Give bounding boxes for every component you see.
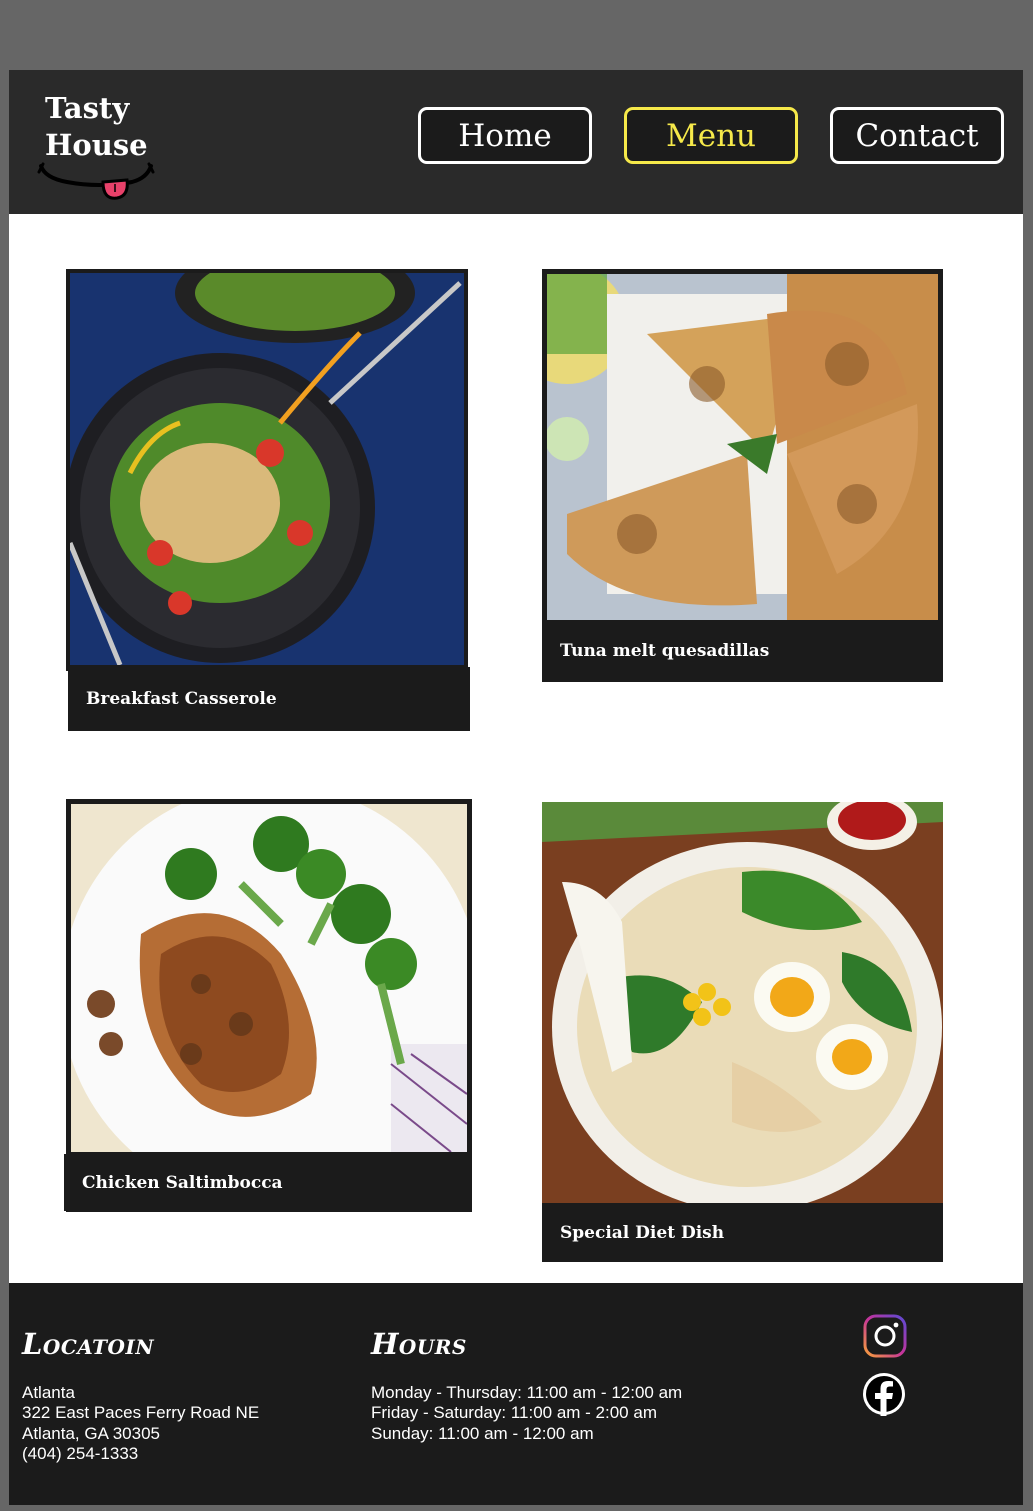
location-street: 322 East Paces Ferry Road NE	[22, 1403, 260, 1423]
location-details: Atlanta 322 East Paces Ferry Road NE Atl…	[22, 1383, 259, 1464]
facebook-icon[interactable]	[862, 1372, 906, 1416]
menu-card-chicken-saltimbocca[interactable]: Chicken Saltimbocca	[64, 799, 472, 1212]
location-city-zip: Atlanta, GA 30305	[22, 1423, 160, 1443]
hours-weekend: Friday - Saturday: 11:00 am - 2:00 am	[371, 1403, 657, 1423]
site-footer: Locatoin Atlanta 322 East Paces Ferry Ro…	[9, 1283, 1023, 1505]
hours-weekday: Monday - Thursday: 11:00 am - 12:00 am	[371, 1383, 683, 1402]
smile-tongue-icon	[37, 162, 155, 200]
quesadilla-photo	[547, 274, 938, 620]
hours-sunday: Sunday: 11:00 am - 12:00 am	[371, 1423, 594, 1443]
nav-home-button[interactable]: Home	[418, 107, 592, 164]
hours-details: Monday - Thursday: 11:00 am - 12:00 am F…	[371, 1383, 682, 1444]
menu-card-caption: Special Diet Dish	[542, 1203, 943, 1262]
nav-contact-button[interactable]: Contact	[830, 107, 1004, 164]
site-header: Tasty House Home Menu Contact	[9, 70, 1023, 214]
menu-card-caption: Breakfast Casserole	[68, 667, 470, 731]
menu-card-special-diet-dish[interactable]: Special Diet Dish	[542, 802, 943, 1262]
location-heading: Locatoin	[22, 1327, 155, 1361]
logo[interactable]: Tasty House	[37, 88, 167, 208]
menu-card-breakfast-casserole[interactable]: Breakfast Casserole	[66, 269, 470, 731]
chicken-photo	[71, 804, 467, 1152]
menu-card-caption: Tuna melt quesadillas	[542, 620, 943, 682]
menu-card-tuna-melt-quesadillas[interactable]: Tuna melt quesadillas	[542, 269, 943, 682]
logo-line-1: Tasty	[45, 91, 130, 125]
menu-card-caption: Chicken Saltimbocca	[64, 1154, 469, 1211]
nav-menu-button[interactable]: Menu	[624, 107, 798, 164]
logo-text: Tasty House	[45, 90, 148, 164]
instagram-icon[interactable]	[863, 1314, 907, 1358]
page: Tasty House Home Menu Contact Breakfast …	[9, 70, 1023, 1505]
location-phone[interactable]: (404) 254-1333	[22, 1444, 259, 1464]
hours-heading: Hours	[371, 1327, 467, 1361]
salad-photo	[70, 273, 464, 665]
noodle-bowl-photo	[542, 802, 943, 1203]
location-city: Atlanta	[22, 1383, 75, 1402]
logo-line-2: House	[45, 128, 148, 162]
